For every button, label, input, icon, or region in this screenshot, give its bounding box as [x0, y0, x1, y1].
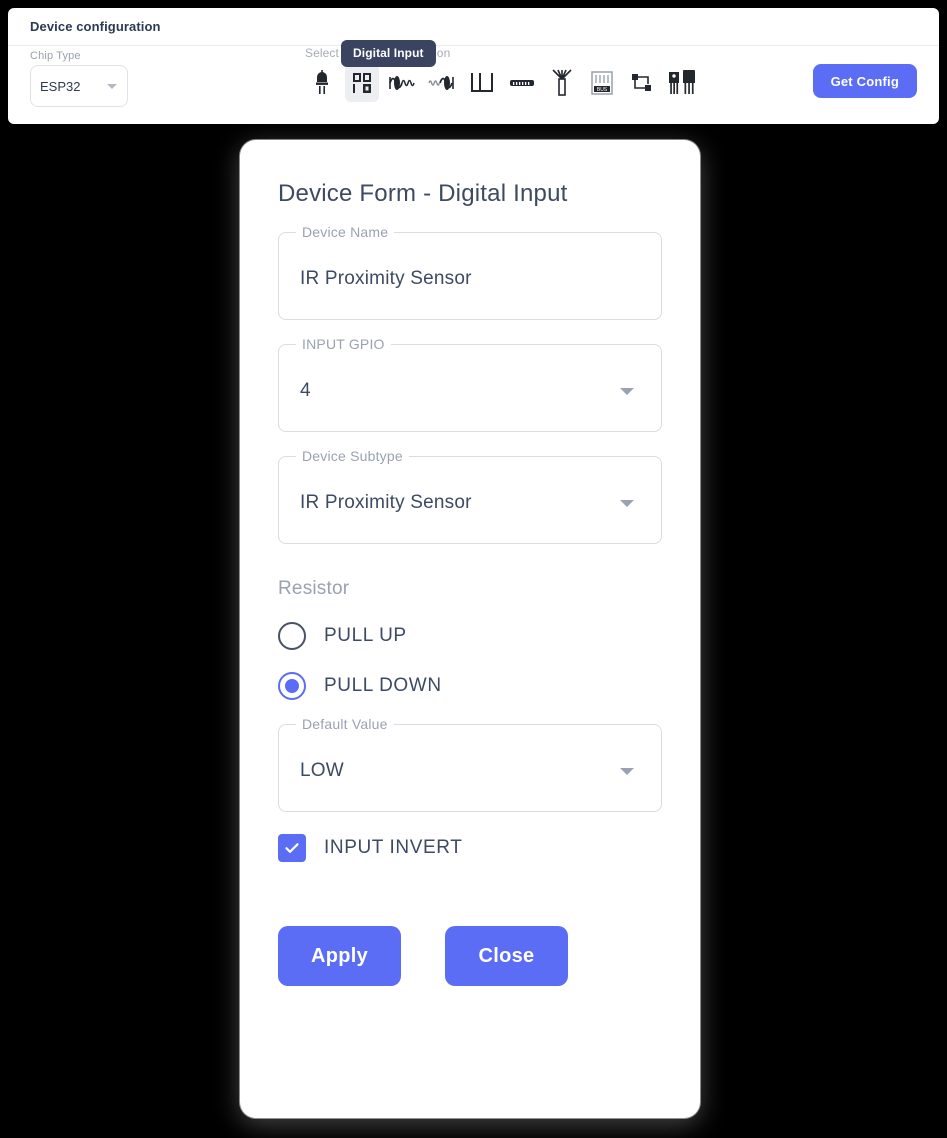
tool-button-waveform[interactable] — [425, 64, 459, 102]
input-invert-checkbox-row[interactable]: INPUT INVERT — [278, 834, 662, 862]
device-subtype-value: IR Proximity Sensor — [300, 492, 472, 513]
device-name-input[interactable]: IR Proximity Sensor — [300, 268, 472, 290]
pulse-square-icon — [469, 70, 495, 96]
connector-icon — [509, 74, 535, 92]
input-gpio-label: INPUT GPIO — [296, 336, 391, 352]
tool-button-transistor[interactable] — [665, 64, 699, 102]
radio-pull-up-label: PULL UP — [324, 625, 407, 646]
tool-button-led[interactable] — [305, 64, 339, 102]
tool-button-antenna[interactable] — [545, 64, 579, 102]
apply-button[interactable]: Apply — [278, 926, 401, 986]
device-configuration-panel: Device configuration Chip Type ESP32 Sel… — [8, 8, 939, 124]
device-subtype-field[interactable]: Device Subtype IR Proximity Sensor — [278, 448, 662, 544]
default-value-field[interactable]: Default Value LOW — [278, 716, 662, 812]
transistor-icon — [668, 70, 696, 96]
tool-button-bus[interactable]: BUS — [585, 64, 619, 102]
input-gpio-value: 4 — [300, 380, 311, 401]
input-invert-label: INPUT INVERT — [324, 837, 463, 858]
radio-pull-up[interactable]: PULL UP — [278, 622, 662, 650]
chevron-down-icon — [107, 84, 117, 89]
radio-unchecked-icon — [278, 622, 306, 650]
device-subtype-label: Device Subtype — [296, 448, 409, 464]
chevron-down-icon[interactable] — [620, 768, 634, 775]
tool-button-network[interactable] — [625, 64, 659, 102]
radio-pull-down[interactable]: PULL DOWN — [278, 672, 662, 700]
chevron-down-icon[interactable] — [620, 500, 634, 507]
field-outline — [278, 344, 662, 432]
device-name-field[interactable]: Device Name IR Proximity Sensor — [278, 224, 662, 320]
checkbox-checked-icon — [278, 834, 306, 862]
close-button[interactable]: Close — [445, 926, 568, 986]
default-value-value: LOW — [300, 760, 344, 781]
waveform-icon — [428, 71, 456, 95]
panel-body: Chip Type ESP32 Select a New configurati… — [8, 46, 939, 123]
chip-type-group: Chip Type ESP32 — [30, 50, 140, 107]
dialog-title: Device Form - Digital Input — [278, 180, 568, 207]
screen-root: Device configuration Chip Type ESP32 Sel… — [0, 0, 947, 1138]
radio-pull-down-label: PULL DOWN — [324, 675, 442, 696]
panel-title: Device configuration — [30, 19, 161, 34]
check-icon — [285, 843, 299, 853]
tool-button-digital-input[interactable] — [345, 64, 379, 102]
input-gpio-field[interactable]: INPUT GPIO 4 — [278, 336, 662, 432]
chip-type-select[interactable]: ESP32 — [30, 65, 128, 107]
network-icon — [630, 71, 654, 95]
bus-icon: BUS — [590, 70, 614, 96]
chip-type-label: Chip Type — [30, 50, 81, 62]
tool-button-analog-signal[interactable] — [385, 64, 419, 102]
get-config-button[interactable]: Get Config — [812, 64, 917, 98]
default-value-label: Default Value — [296, 716, 394, 732]
device-name-label: Device Name — [296, 224, 395, 240]
tooltip-digital-input: Digital Input — [341, 40, 436, 67]
dialog-actions: Apply Close — [278, 926, 662, 986]
led-icon — [311, 70, 333, 96]
digital-input-icon — [351, 71, 373, 95]
toolbar-icon-list: BUS — [305, 64, 699, 102]
panel-header: Device configuration — [8, 8, 939, 46]
radio-dot — [285, 679, 299, 693]
radio-checked-icon — [278, 672, 306, 700]
resistor-group-label: Resistor — [278, 578, 350, 599]
antenna-icon — [550, 69, 574, 97]
svg-text:BUS: BUS — [597, 87, 608, 93]
device-form-dialog: Device Form - Digital Input Device Name … — [240, 140, 700, 1118]
tool-button-pulse-square[interactable] — [465, 64, 499, 102]
tool-button-connector[interactable] — [505, 64, 539, 102]
chip-type-value: ESP32 — [40, 78, 81, 94]
chevron-down-icon[interactable] — [620, 388, 634, 395]
analog-signal-icon — [388, 71, 416, 95]
